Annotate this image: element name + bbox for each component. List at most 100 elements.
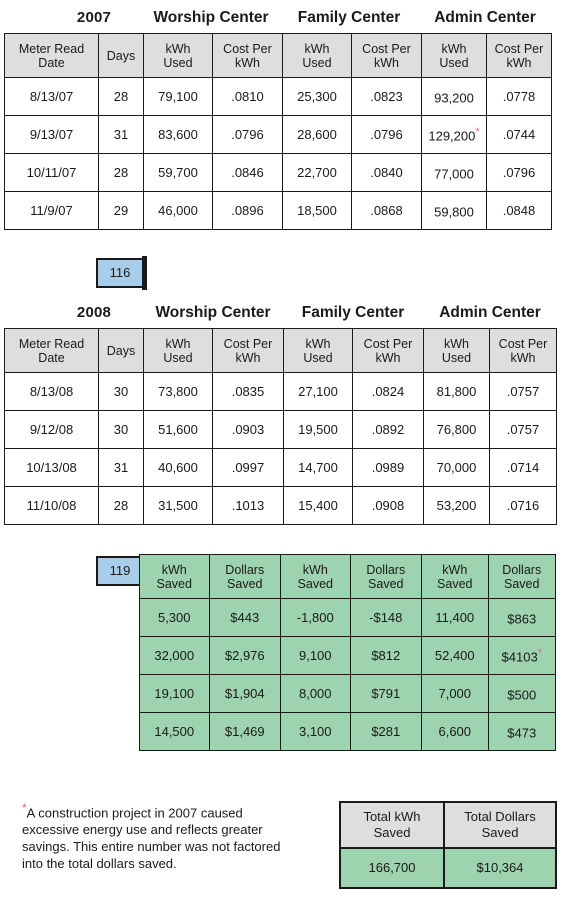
header-line-2: Used [303, 350, 333, 365]
cell-value: 77,000 [434, 166, 474, 182]
cell-admin-kwh: 129,200* [421, 115, 487, 154]
col-header-worship-kwh-saved: kWh Saved [139, 554, 210, 599]
section-2008-center-worship: Worship Center [155, 304, 271, 321]
cell-value: $4103 [501, 649, 538, 665]
cell-admin-cost: .0744 [486, 115, 552, 154]
header-line-1: Total Dollars [464, 809, 536, 824]
col-header-admin-dollars-saved: Dollars Saved [487, 554, 556, 599]
cell-admin-kwh-saved: 6,600 [421, 712, 489, 751]
cell-total-dollars-saved: $10,364 [443, 847, 557, 889]
section-2007-center-worship: Worship Center [153, 9, 269, 26]
col-header-admin-kwh-saved: kWh Saved [421, 554, 489, 599]
header-line-2: kWh [510, 350, 536, 365]
cell-admin-kwh: 76,800 [423, 410, 490, 449]
header-line-1: kWh [165, 336, 191, 351]
cell-days: 28 [98, 77, 144, 116]
cell-family-cost: .0868 [351, 191, 422, 230]
cell-admin-kwh: 77,000 [421, 153, 487, 192]
cell-admin-kwh: 53,200 [423, 486, 490, 525]
cell-worship-kwh: 51,600 [143, 410, 213, 449]
cell-admin-dollars-saved: $863 [487, 598, 556, 637]
header-line-1: kWh [302, 562, 328, 577]
cell-family-cost: .0989 [352, 448, 424, 487]
cell-admin-kwh: 93,200 [421, 77, 487, 116]
table-2007: Meter Read Date Days kWh Used Cost Per k… [4, 33, 552, 230]
cell-total-kwh-saved: 166,700 [339, 847, 445, 889]
cell-family-kwh: 28,600 [282, 115, 352, 154]
cell-worship-dollars-saved: $1,469 [208, 712, 282, 751]
cell-family-cost: .0892 [352, 410, 424, 449]
header-line-2: Saved [481, 825, 519, 840]
col-header-worship-cost-per-kwh: Cost Per kWh [212, 328, 284, 373]
cell-days: 31 [98, 115, 144, 154]
cell-family-kwh: 19,500 [283, 410, 353, 449]
cell-admin-cost: .0716 [489, 486, 557, 525]
cell-family-cost: .0908 [352, 486, 424, 525]
cell-days: 28 [98, 153, 144, 192]
table-2008-header-row: Meter Read Date Days kWh Used Cost Per k… [4, 328, 557, 373]
cell-value: $473 [507, 725, 537, 741]
col-header-family-kwh-used: kWh Used [283, 328, 353, 373]
cell-admin-kwh-saved: 11,400 [421, 598, 489, 637]
header-line-2: Used [439, 55, 469, 70]
table-row: 10/13/08 31 40,600 .0997 14,700 .0989 70… [4, 448, 557, 487]
cell-admin-cost: .0778 [486, 77, 552, 116]
cell-admin-kwh: 59,800 [421, 191, 487, 230]
cell-worship-cost: .0835 [212, 372, 284, 411]
cell-family-dollars-saved: -$148 [349, 598, 423, 637]
section-2007-titlebar: 2007 Worship Center Family Center Admin … [0, 8, 570, 32]
cell-days: 29 [98, 191, 144, 230]
header-line-2: Saved [227, 576, 263, 591]
header-line-2: kWh [235, 55, 260, 70]
cell-admin-kwh-saved: 7,000 [421, 674, 489, 713]
cell-family-cost: .0824 [352, 372, 424, 411]
cell-meter-read-date: 10/13/08 [4, 448, 99, 487]
energy-comparison-page: 2007 Worship Center Family Center Admin … [0, 0, 570, 920]
cell-worship-cost: .0903 [212, 410, 284, 449]
cell-family-dollars-saved: $812 [349, 636, 423, 675]
savings-header-row: kWh Saved Dollars Saved kWh Saved Dollar… [139, 554, 556, 599]
col-header-family-cost-per-kwh: Cost Per kWh [351, 33, 422, 78]
header-line-2: Used [302, 55, 332, 70]
table-row: 10/11/07 28 59,700 .0846 22,700 .0840 77… [4, 153, 552, 192]
header-line-2: Date [38, 55, 65, 70]
col-header-family-cost-per-kwh: Cost Per kWh [352, 328, 424, 373]
col-header-family-kwh-used: kWh Used [282, 33, 352, 78]
cell-value: 129,200 [428, 128, 476, 144]
header-line-1: Cost Per [498, 336, 548, 351]
cell-value: 93,200 [434, 90, 474, 106]
cell-family-kwh: 27,100 [283, 372, 353, 411]
header-line-2: Saved [156, 576, 192, 591]
col-header-family-dollars-saved: Dollars Saved [349, 554, 423, 599]
cell-admin-cost: .0757 [489, 410, 557, 449]
table-totals: Total kWh Saved Total Dollars Saved 166,… [339, 801, 557, 889]
col-header-admin-cost-per-kwh: Cost Per kWh [489, 328, 557, 373]
header-line-1: kWh [442, 562, 468, 577]
header-line-2: Used [441, 350, 472, 365]
cell-family-kwh: 22,700 [282, 153, 352, 192]
cell-admin-kwh: 81,800 [423, 372, 490, 411]
cell-worship-kwh: 31,500 [143, 486, 213, 525]
totals-value-row: 166,700 $10,364 [339, 847, 557, 889]
col-header-total-dollars-saved: Total Dollars Saved [443, 801, 557, 849]
header-line-2: kWh [374, 55, 399, 70]
header-line-2: kWh [235, 350, 261, 365]
cell-worship-cost: .1013 [212, 486, 284, 525]
cell-days: 31 [98, 448, 144, 487]
cell-days: 30 [98, 410, 144, 449]
table-2008: Meter Read Date Days kWh Used Cost Per k… [4, 328, 557, 525]
cell-family-kwh-saved: -1,800 [280, 598, 351, 637]
col-header-worship-kwh-used: kWh Used [143, 328, 213, 373]
cell-admin-cost: .0757 [489, 372, 557, 411]
cell-worship-dollars-saved: $443 [208, 598, 282, 637]
cell-meter-read-date: 8/13/07 [4, 77, 99, 116]
cell-admin-cost: .0796 [486, 153, 552, 192]
cell-family-kwh-saved: 9,100 [280, 636, 351, 675]
table-2007-header-row: Meter Read Date Days kWh Used Cost Per k… [4, 33, 552, 78]
col-header-family-kwh-saved: kWh Saved [280, 554, 351, 599]
header-line-1: Total kWh [363, 809, 421, 824]
header-line-1: Cost Per [494, 41, 544, 56]
footnote-text: A construction project in 2007 caused ex… [22, 805, 281, 872]
cell-admin-dollars-saved: $4103* [487, 636, 556, 675]
cell-worship-cost: .0997 [212, 448, 284, 487]
